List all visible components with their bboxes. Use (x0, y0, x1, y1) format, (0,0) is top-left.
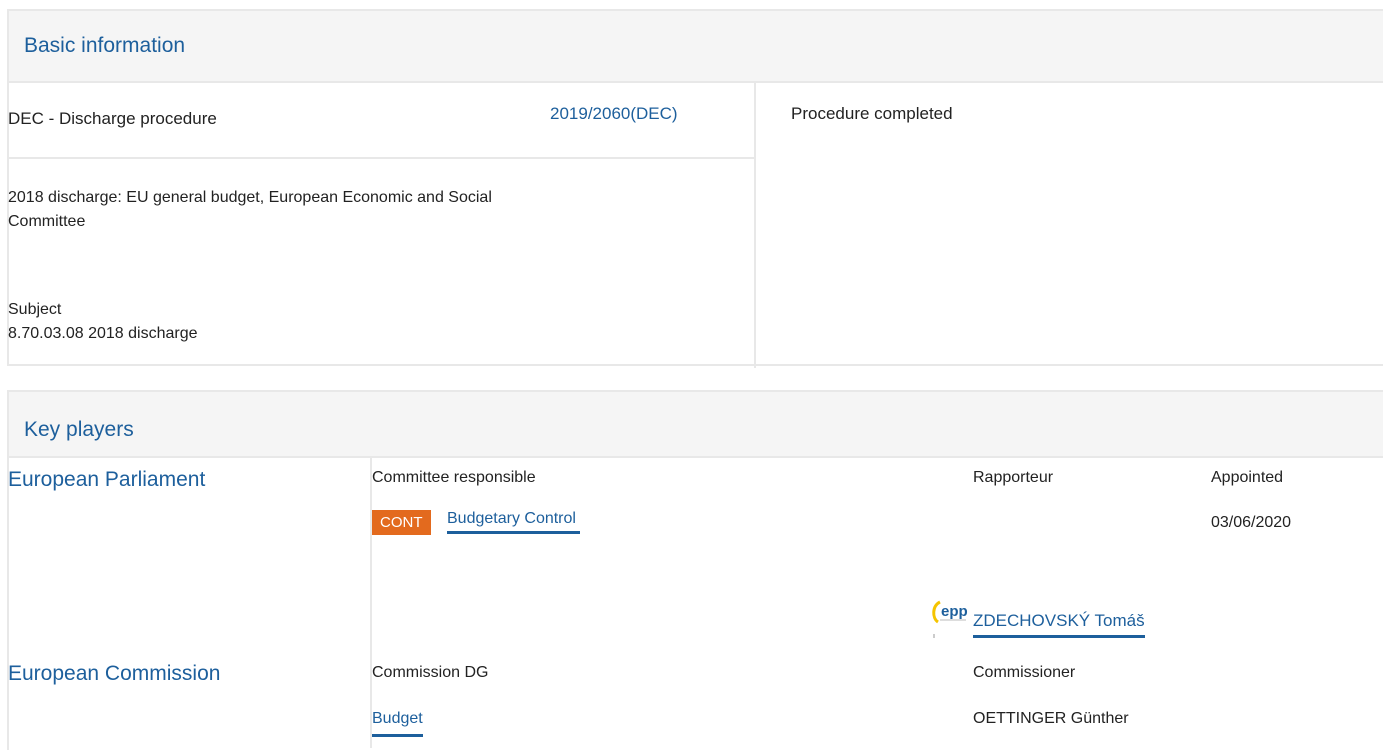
panel-divider (754, 81, 756, 368)
european-parliament-label: European Parliament (8, 468, 206, 491)
procedure-title-line2: Committee (8, 213, 86, 230)
committee-name-link[interactable]: Budgetary Control (447, 510, 580, 534)
rapporteur-header: Rapporteur (973, 469, 1054, 486)
committee-abbr-badge: CONT (372, 510, 431, 535)
committee-responsible-header: Committee responsible (372, 469, 536, 486)
key-players-header: Key players (9, 392, 1383, 458)
commissioner-name: OETTINGER Günther (973, 710, 1129, 727)
basic-information-panel: Basic information (7, 9, 1383, 368)
svg-text:epp: epp (941, 603, 968, 620)
key-players-divider (370, 458, 372, 748)
dg-budget-link[interactable]: Budget (372, 710, 423, 737)
european-commission-label: European Commission (8, 662, 221, 685)
commissioner-header: Commissioner (973, 664, 1076, 681)
procedure-status: Procedure completed (791, 104, 953, 123)
procedure-reference-link[interactable]: 2019/2060(DEC) (550, 104, 678, 124)
procedure-title-line1: 2018 discharge: EU general budget, Europ… (8, 189, 492, 206)
row-divider (9, 157, 754, 159)
appointed-header: Appointed (1211, 469, 1284, 486)
basic-information-header: Basic information (9, 11, 1383, 83)
procedure-type: DEC - Discharge procedure (8, 109, 217, 128)
appointed-date: 03/06/2020 (1211, 514, 1292, 531)
key-players-panel: Key players (7, 390, 1383, 750)
rapporteur-name-link[interactable]: ZDECHOVSKÝ Tomáš (973, 611, 1145, 638)
subject-label: Subject (8, 301, 62, 318)
subject-value: 8.70.03.08 2018 discharge (8, 325, 198, 342)
commission-dg-header: Commission DG (372, 664, 489, 681)
epp-group-logo: epp (930, 596, 972, 638)
